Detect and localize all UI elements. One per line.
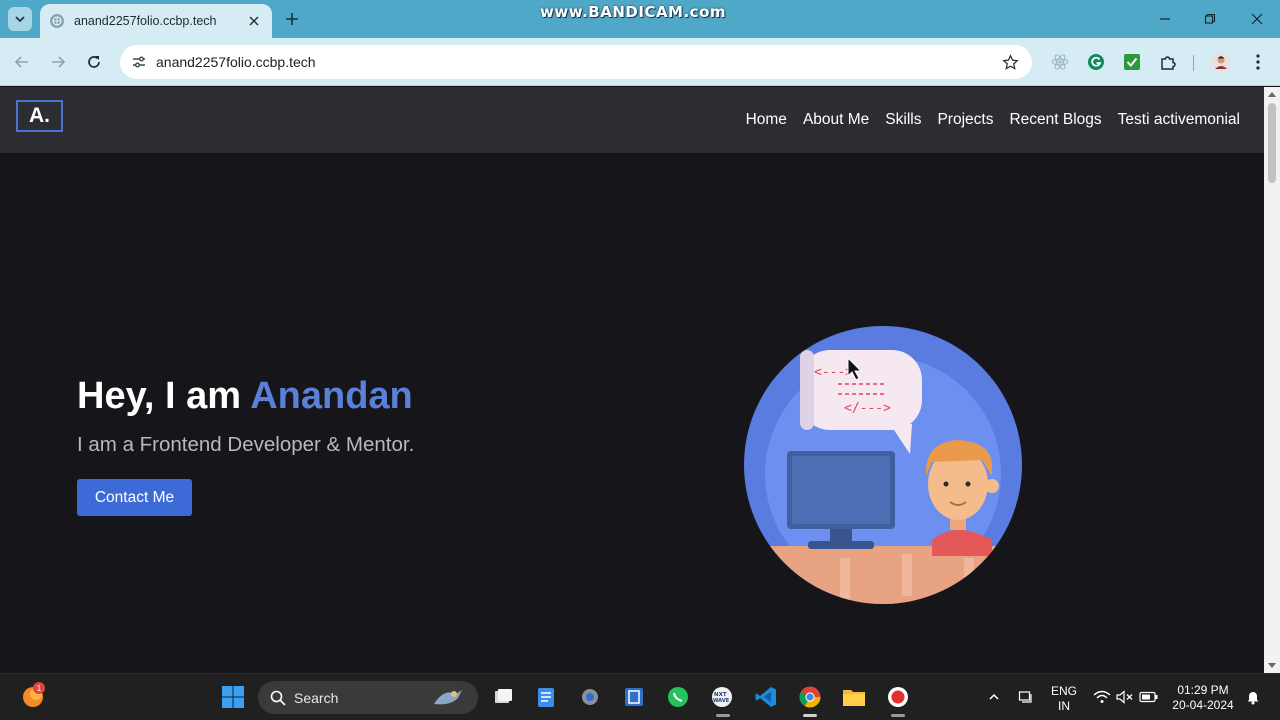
nxtwave-icon[interactable]: NXT WAVE	[709, 684, 735, 710]
page-viewport: A. Home About Me Skills Projects Recent …	[0, 87, 1264, 673]
grammarly-icon[interactable]	[1086, 52, 1106, 72]
arrow-left-icon	[14, 56, 28, 68]
recording-watermark: www.BANDICAM.com	[540, 3, 727, 21]
search-icon	[270, 690, 286, 706]
app-frame-icon[interactable]	[621, 684, 647, 710]
nav-link-home[interactable]: Home	[746, 111, 787, 129]
notification-bell-icon[interactable]	[1240, 684, 1266, 710]
page-scrollbar[interactable]	[1264, 87, 1280, 673]
address-bar[interactable]: anand2257folio.ccbp.tech	[120, 45, 1032, 79]
clock-date: 20-04-2024	[1172, 698, 1234, 712]
globe-icon	[50, 14, 64, 28]
profile-avatar[interactable]	[1211, 52, 1231, 72]
nav-link-skills[interactable]: Skills	[885, 111, 921, 129]
developer-illustration: <---> </--->	[744, 326, 1022, 604]
notepad-icon[interactable]	[533, 684, 559, 710]
clock-time: 01:29 PM	[1177, 683, 1229, 697]
scroll-down-icon[interactable]	[1268, 663, 1276, 668]
settings-gear-icon[interactable]	[577, 684, 603, 710]
language-indicator[interactable]: ENG IN	[1046, 684, 1082, 714]
search-highlight-icon	[434, 690, 462, 705]
more-menu-icon[interactable]	[1248, 52, 1268, 72]
extensions-puzzle-icon[interactable]	[1158, 52, 1178, 72]
toolbar-divider	[1193, 55, 1194, 71]
reload-button[interactable]	[82, 50, 106, 74]
file-explorer-icon[interactable]	[841, 684, 867, 710]
bookmark-star-icon[interactable]	[1000, 52, 1020, 72]
nxtwave-active-indicator	[716, 714, 730, 717]
arrow-right-icon	[52, 56, 66, 68]
volume-muted-icon[interactable]	[1112, 684, 1138, 710]
taskbar-search[interactable]: Search	[258, 681, 478, 714]
battery-icon[interactable]	[1136, 684, 1162, 710]
chrome-active-indicator	[803, 714, 817, 717]
task-view-icon[interactable]	[490, 684, 516, 710]
nav-link-projects[interactable]: Projects	[937, 111, 993, 129]
windows-taskbar: 1 Search NXT WAVE ENG IN 01:29 PM 20-04-…	[0, 673, 1280, 720]
browser-toolbar: anand2257folio.ccbp.tech	[0, 38, 1280, 86]
nav-link-recent-blogs[interactable]: Recent Blogs	[1009, 111, 1101, 129]
browser-titlebar: anand2257folio.ccbp.tech www.BANDICAM.co…	[0, 0, 1280, 38]
restore-button[interactable]	[1199, 8, 1221, 30]
close-tab-icon[interactable]	[246, 13, 262, 29]
nav-link-testimonial[interactable]: Testi activemonial	[1118, 111, 1240, 129]
recorder-icon[interactable]	[885, 684, 911, 710]
site-navbar: A. Home About Me Skills Projects Recent …	[0, 87, 1264, 153]
plus-icon	[286, 13, 298, 25]
tray-overflow-chevron-up-icon[interactable]	[981, 684, 1007, 710]
notification-badge: 1	[33, 682, 45, 694]
recorder-active-indicator	[891, 714, 905, 717]
clock[interactable]: 01:29 PM 20-04-2024	[1166, 683, 1240, 713]
reload-icon	[88, 56, 100, 68]
scroll-up-icon[interactable]	[1268, 92, 1276, 97]
chevron-down-icon	[15, 16, 25, 23]
nav-links: Home About Me Skills Projects Recent Blo…	[746, 111, 1240, 129]
new-tab-button[interactable]	[282, 9, 302, 29]
language-region: IN	[1058, 699, 1070, 713]
tab-search-button[interactable]	[8, 7, 32, 31]
hero-greeting: Hey, I am	[77, 375, 251, 417]
language-code: ENG	[1050, 684, 1077, 698]
site-info-icon[interactable]	[128, 51, 150, 73]
svg-text:</--->: </--->	[844, 401, 891, 416]
minimize-button[interactable]	[1154, 8, 1176, 30]
url-text: anand2257folio.ccbp.tech	[156, 54, 316, 70]
whatsapp-icon[interactable]	[665, 684, 691, 710]
react-devtools-icon[interactable]	[1050, 52, 1070, 72]
scrollbar-thumb[interactable]	[1268, 103, 1276, 183]
hero-name: Anandan	[250, 375, 413, 417]
browser-tab[interactable]: anand2257folio.ccbp.tech	[40, 4, 272, 38]
vscode-icon[interactable]	[753, 684, 779, 710]
svg-text:<--->: <--->	[814, 365, 853, 380]
minimize-icon	[1160, 18, 1170, 20]
display-project-icon[interactable]	[1013, 684, 1039, 710]
checkmark-extension-icon[interactable]	[1122, 52, 1142, 72]
tab-title: anand2257folio.ccbp.tech	[74, 14, 217, 28]
back-button[interactable]	[10, 50, 34, 74]
hero-subtitle: I am a Frontend Developer & Mentor.	[77, 433, 415, 456]
nav-link-about-me[interactable]: About Me	[803, 111, 869, 129]
restore-icon	[1204, 13, 1216, 24]
close-icon	[1251, 13, 1263, 25]
brand-logo[interactable]: A.	[16, 100, 63, 132]
svg-text:WAVE: WAVE	[713, 698, 730, 704]
search-label: Search	[294, 689, 339, 706]
contact-me-button[interactable]: Contact Me	[77, 479, 192, 516]
chrome-icon[interactable]	[797, 684, 823, 710]
close-window-button[interactable]	[1246, 8, 1268, 30]
forward-button[interactable]	[46, 50, 70, 74]
hero-title: Hey, I am Anandan	[77, 375, 413, 418]
start-windows-icon[interactable]	[220, 684, 246, 710]
